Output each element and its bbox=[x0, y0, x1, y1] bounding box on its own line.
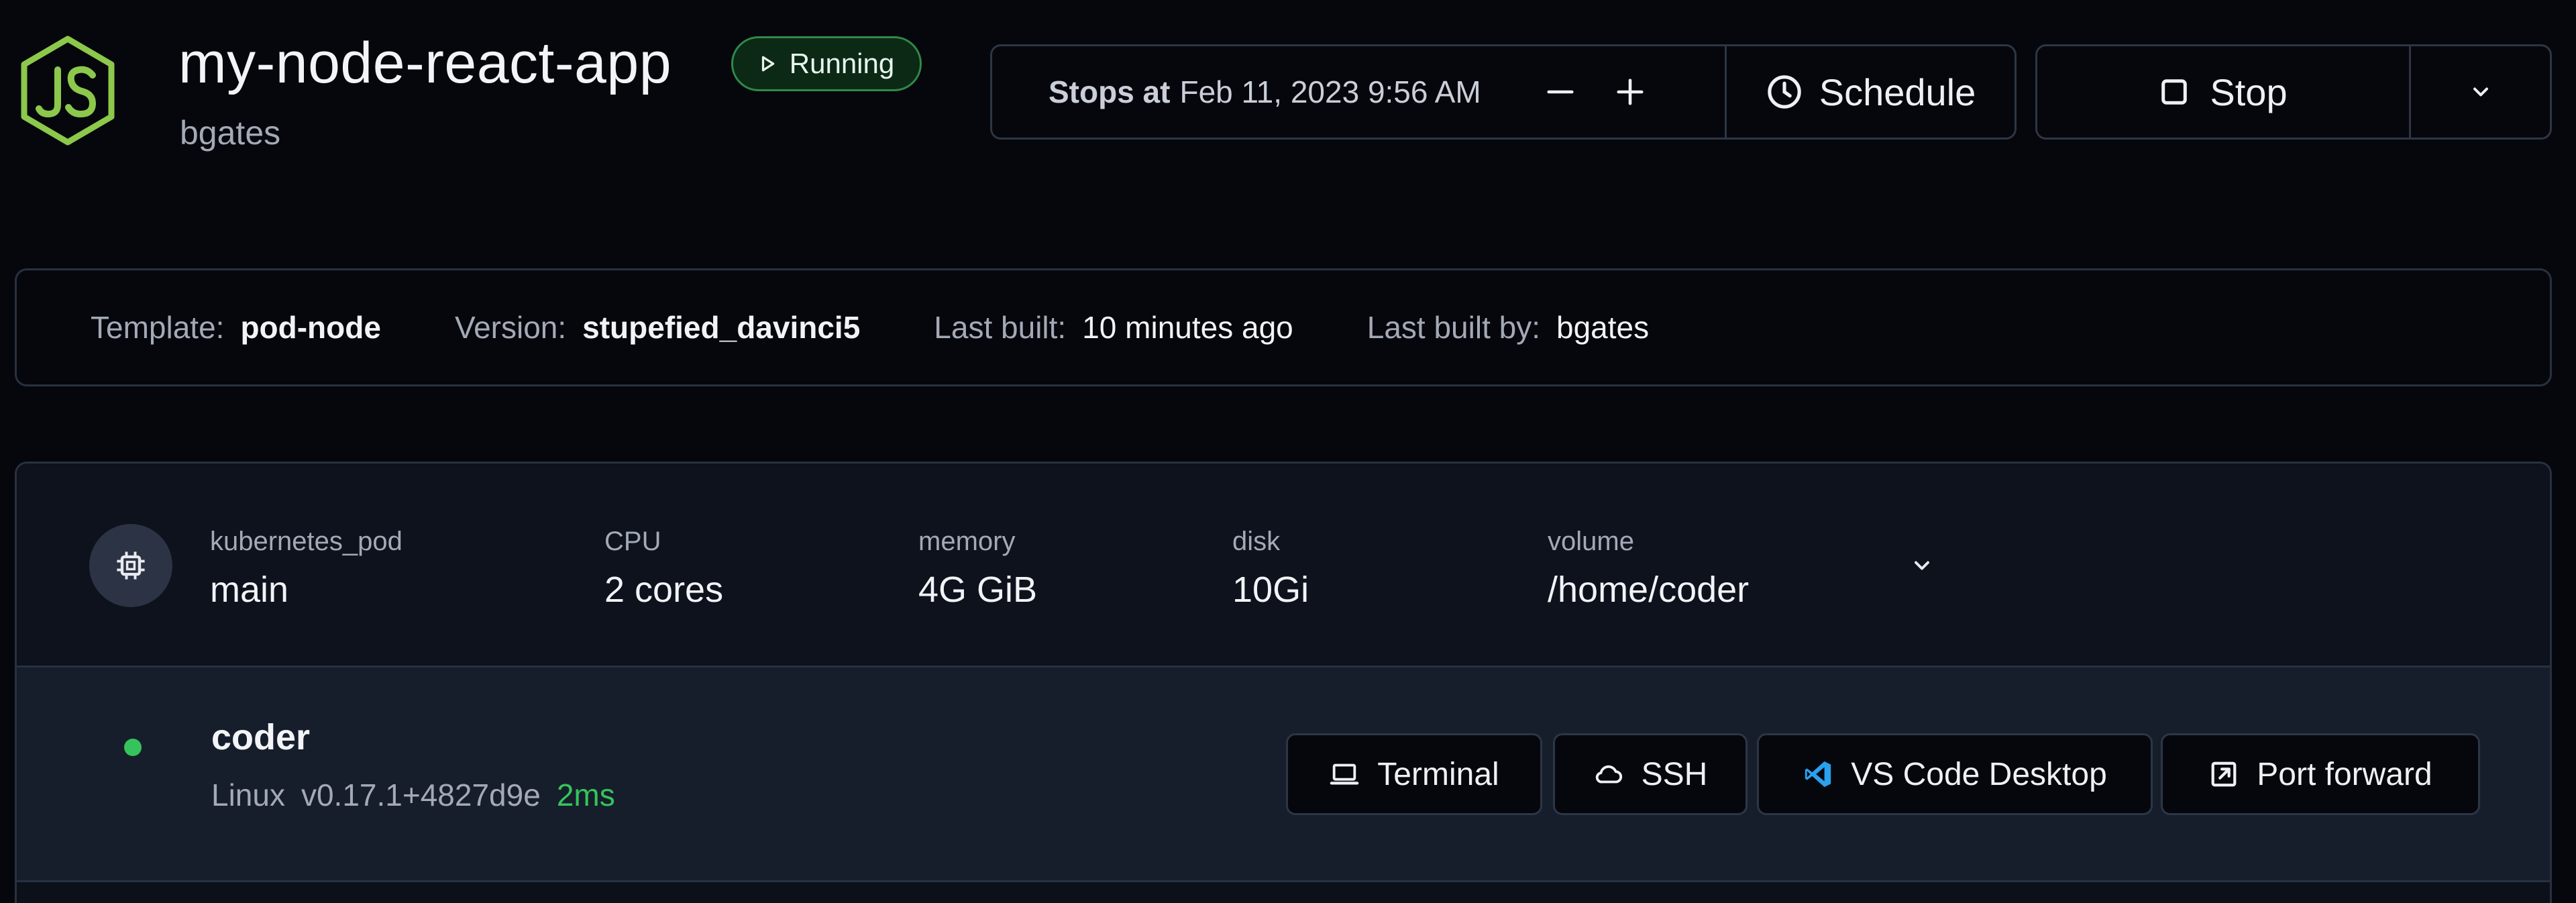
plus-icon bbox=[1617, 78, 1644, 105]
last-built-label: Last built: bbox=[934, 310, 1067, 345]
clock-icon bbox=[1768, 75, 1801, 109]
vscode-desktop-button[interactable]: VS Code Desktop bbox=[1757, 733, 2153, 815]
cpu-chip-icon bbox=[117, 551, 145, 580]
stops-at-segment: Stops at Feb 11, 2023 9:56 AM bbox=[992, 46, 1725, 138]
status-badge: Running bbox=[731, 36, 922, 91]
volume-column: volume /home/coder bbox=[1548, 525, 1749, 611]
vscode-icon bbox=[1805, 761, 1831, 788]
more-actions-button[interactable] bbox=[2409, 46, 2550, 138]
workspace-stats-bar: Template: pod-node Version: stupefied_da… bbox=[15, 268, 2552, 386]
terminal-button[interactable]: Terminal bbox=[1286, 733, 1542, 815]
terminal-label: Terminal bbox=[1377, 756, 1499, 792]
laptop-icon bbox=[1330, 763, 1359, 785]
disk-label: disk bbox=[1232, 527, 1281, 556]
port-forward-button[interactable]: Port forward bbox=[2161, 733, 2480, 815]
memory-column: memory 4G GiB bbox=[918, 525, 1037, 611]
stop-label: Stop bbox=[2210, 70, 2288, 113]
last-built-by-value: bgates bbox=[1556, 310, 1650, 345]
resource-name: main bbox=[210, 570, 289, 610]
resource-header: kubernetes_pod main CPU 2 cores memory 4… bbox=[17, 464, 2550, 668]
agent-row: coder Linux v0.17.1+4827d9e 2ms Terminal… bbox=[17, 668, 2550, 882]
last-built-stat: Last built: 10 minutes ago bbox=[934, 309, 1293, 346]
last-built-value: 10 minutes ago bbox=[1082, 310, 1293, 345]
last-built-by-stat: Last built by: bgates bbox=[1367, 309, 1649, 346]
resource-type-label: kubernetes_pod bbox=[210, 527, 402, 556]
cloud-icon bbox=[1595, 765, 1622, 784]
schedule-button[interactable]: Schedule bbox=[1725, 46, 2015, 138]
version-value[interactable]: stupefied_davinci5 bbox=[582, 309, 860, 346]
template-label: Template: bbox=[91, 310, 225, 345]
version-stat: Version: stupefied_davinci5 bbox=[455, 309, 860, 346]
cpu-column: CPU 2 cores bbox=[604, 525, 723, 611]
memory-label: memory bbox=[918, 527, 1016, 556]
agent-version: v0.17.1+4827d9e bbox=[301, 778, 541, 812]
workspace-owner: bgates bbox=[180, 114, 281, 152]
memory-value: 4G GiB bbox=[918, 570, 1038, 610]
cpu-value: 2 cores bbox=[604, 570, 724, 610]
agent-os: Linux bbox=[211, 778, 285, 812]
increase-deadline-button[interactable] bbox=[1597, 58, 1664, 125]
agent-meta: Linux v0.17.1+4827d9e 2ms bbox=[211, 776, 615, 814]
resource-type-column: kubernetes_pod main bbox=[210, 525, 402, 611]
stop-button-group: Stop bbox=[2035, 44, 2552, 140]
disk-value: 10Gi bbox=[1232, 570, 1309, 610]
stops-at-time: Feb 11, 2023 9:56 AM bbox=[1179, 74, 1481, 109]
agent-name: coder bbox=[211, 717, 311, 757]
chevron-down-icon bbox=[2473, 87, 2488, 97]
schedule-button-group: Stops at Feb 11, 2023 9:56 AM Schedule bbox=[990, 44, 2017, 140]
nodejs-logo-icon bbox=[21, 36, 115, 146]
agent-latency: 2ms bbox=[556, 778, 615, 812]
cpu-label: CPU bbox=[604, 527, 661, 556]
expand-metadata-button[interactable] bbox=[1902, 545, 1942, 586]
status-label: Running bbox=[789, 48, 895, 79]
agent-status-dot bbox=[124, 739, 142, 756]
minus-icon bbox=[1547, 90, 1574, 94]
play-icon bbox=[761, 56, 775, 72]
external-link-icon bbox=[2211, 761, 2237, 787]
disk-column: disk 10Gi bbox=[1232, 525, 1309, 611]
workspace-name: my-node-react-app bbox=[178, 31, 672, 95]
stops-at-label: Stops at bbox=[1049, 74, 1171, 109]
chevron-down-icon bbox=[1915, 561, 1929, 570]
stop-button[interactable]: Stop bbox=[2037, 46, 2409, 138]
ssh-button[interactable]: SSH bbox=[1553, 733, 1748, 815]
schedule-label: Schedule bbox=[1819, 70, 1976, 113]
volume-value: /home/coder bbox=[1548, 570, 1750, 610]
volume-label: volume bbox=[1548, 527, 1634, 556]
decrease-deadline-button[interactable] bbox=[1527, 58, 1594, 125]
version-label: Version: bbox=[454, 310, 567, 345]
resource-icon bbox=[89, 524, 172, 607]
port-forward-label: Port forward bbox=[2257, 756, 2432, 792]
ssh-label: SSH bbox=[1641, 756, 1708, 792]
vscode-label: VS Code Desktop bbox=[1851, 756, 2107, 792]
last-built-by-label: Last built by: bbox=[1366, 310, 1541, 345]
template-value[interactable]: pod-node bbox=[240, 309, 381, 346]
stop-square-icon bbox=[2161, 79, 2188, 105]
resources-card: kubernetes_pod main CPU 2 cores memory 4… bbox=[15, 462, 2552, 903]
template-stat: Template: pod-node bbox=[91, 309, 381, 346]
